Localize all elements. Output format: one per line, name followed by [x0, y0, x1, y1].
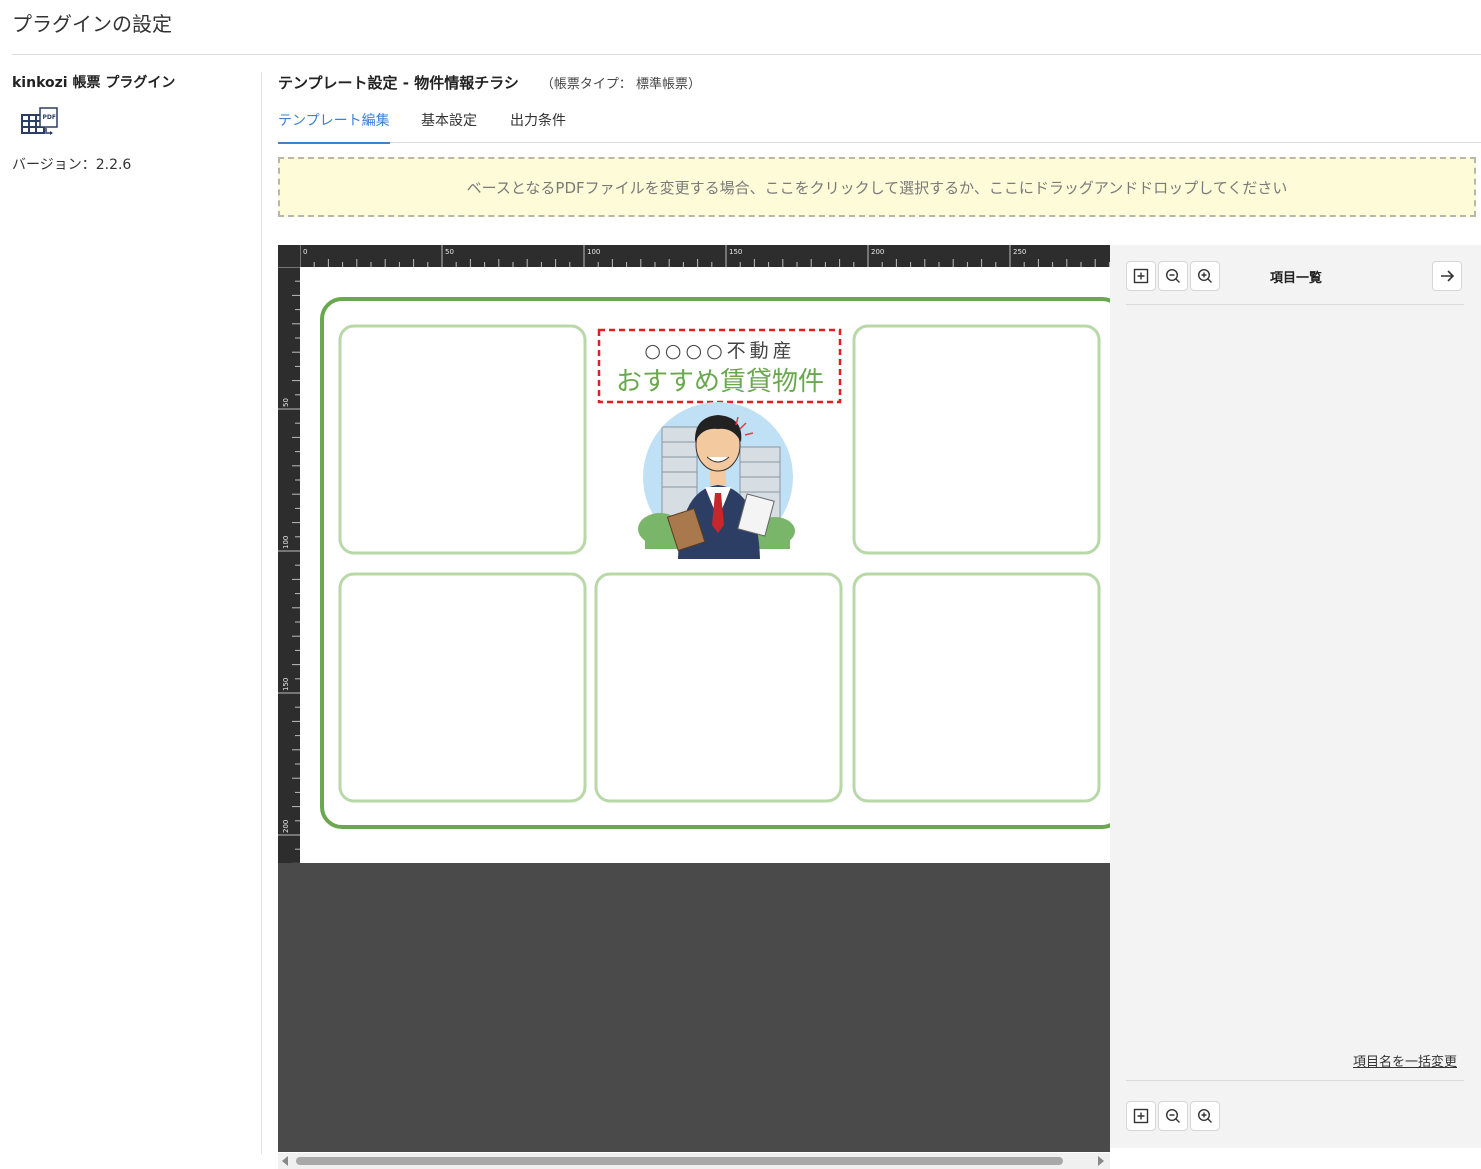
zoom-out-icon — [1165, 268, 1180, 283]
bulk-rename-link[interactable]: 項目名を一括変更 — [1353, 1051, 1457, 1070]
pdf-dropzone[interactable]: ベースとなるPDFファイルを変更する場合、ここをクリックして選択するか、ここにド… — [278, 157, 1476, 217]
ruler-top-label: 100 — [587, 248, 600, 256]
fit-page-button[interactable] — [1126, 261, 1156, 291]
header-divider — [12, 54, 1481, 55]
ruler-left-label: 50 — [282, 398, 290, 407]
ruler-top-label: 0 — [303, 248, 307, 256]
ruler-corner — [278, 245, 300, 267]
zoom-in-button[interactable] — [1190, 1101, 1220, 1131]
collapse-panel-button[interactable] — [1432, 261, 1462, 291]
zoom-in-icon — [1197, 1108, 1212, 1123]
property-box — [338, 324, 587, 555]
ruler-top-label: 150 — [729, 248, 742, 256]
page-title: プラグインの設定 — [12, 12, 172, 36]
main-content: テンプレート設定 - 物件情報チラシ （帳票タイプ： 標準帳票） テンプレート編… — [278, 72, 1481, 1169]
fit-page-icon — [1133, 268, 1149, 284]
scrollbar-thumb[interactable] — [296, 1157, 1063, 1165]
property-box — [852, 324, 1101, 555]
scroll-left-icon[interactable] — [282, 1156, 288, 1166]
horizontal-scrollbar[interactable] — [278, 1153, 1110, 1169]
ruler-top-label: 200 — [871, 248, 884, 256]
ruler-top: 0 50 100 150 200 250 — [299, 245, 1110, 267]
zoom-out-button[interactable] — [1158, 1101, 1188, 1131]
sidebar: kinkozi 帳票 プラグイン PDF バージョン：2.2.6 — [12, 72, 252, 174]
ruler-top-label: 250 — [1013, 248, 1026, 256]
property-box — [852, 572, 1101, 803]
ruler-top-label: 50 — [445, 248, 454, 256]
tab-output-conditions[interactable]: 出力条件 — [510, 110, 566, 142]
businessman-illustration — [638, 402, 795, 559]
zoom-out-button[interactable] — [1158, 261, 1188, 291]
pdf-canvas-page[interactable]: ○○○○不動産 おすすめ賃貸物件 — [300, 267, 1110, 863]
sidebar-divider — [261, 72, 262, 1154]
flyer-company-name: ○○○○不動産 — [644, 340, 795, 362]
flyer-headline: おすすめ賃貸物件 — [616, 367, 824, 397]
dropzone-text: ベースとなるPDFファイルを変更する場合、ここをクリックして選択するか、ここにド… — [466, 178, 1288, 197]
ruler-left-label: 200 — [282, 820, 290, 833]
template-title: テンプレート設定 - 物件情報チラシ — [278, 74, 519, 92]
zoom-in-icon — [1197, 268, 1212, 283]
panel-divider — [1126, 304, 1464, 305]
property-box — [338, 572, 587, 803]
plugin-version: バージョン：2.2.6 — [12, 157, 132, 173]
tab-template-edit[interactable]: テンプレート編集 — [278, 110, 390, 144]
panel-divider — [1126, 1080, 1464, 1081]
ruler-left: 50 100 150 200 — [278, 266, 300, 864]
template-type: （帳票タイプ： 標準帳票） — [540, 77, 702, 92]
field-list-panel: 項目一覧 項目名を一括変更 — [1110, 245, 1481, 1148]
ruler-left-label: 100 — [282, 536, 290, 549]
plugin-name: kinkozi 帳票 プラグイン — [12, 75, 176, 91]
zoom-in-button[interactable] — [1190, 261, 1220, 291]
svg-text:PDF: PDF — [43, 114, 56, 121]
scroll-right-icon[interactable] — [1098, 1156, 1104, 1166]
tab-basic-settings[interactable]: 基本設定 — [421, 110, 477, 142]
tab-bar: テンプレート編集 基本設定 出力条件 — [278, 102, 1481, 144]
fit-page-button[interactable] — [1126, 1101, 1156, 1131]
zoom-out-icon — [1165, 1108, 1180, 1123]
pdf-table-icon: PDF — [20, 106, 60, 140]
field-list-title: 項目一覧 — [1270, 271, 1323, 286]
ruler-left-label: 150 — [282, 678, 290, 691]
fit-page-icon — [1133, 1108, 1149, 1124]
arrow-right-icon — [1441, 270, 1455, 282]
template-editor[interactable]: 0 50 100 150 200 250 50 100 150 200 ○○○○… — [278, 245, 1110, 1152]
property-box — [594, 572, 843, 803]
